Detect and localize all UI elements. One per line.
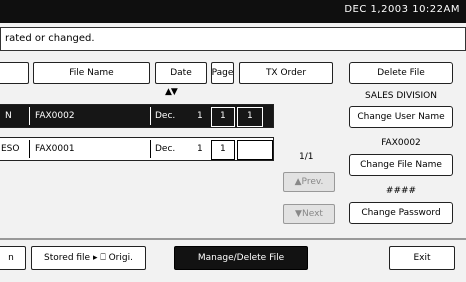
file-row[interactable]: N FAX0002 Dec. 1 1 1 (0, 104, 274, 128)
tab-stored-file-print[interactable]: Stored file ▸ ⎕ Origi. (31, 246, 146, 270)
divider (0, 238, 466, 240)
tab-manage-delete-file[interactable]: Manage/Delete File (174, 246, 308, 270)
header-tx-order[interactable]: TX Order (239, 62, 333, 84)
row-file-name: FAX0002 (35, 111, 75, 121)
change-file-name-button[interactable]: Change File Name (349, 154, 453, 176)
sort-arrows-icon: ▲▼ (165, 87, 178, 97)
row-date-month: Dec. (155, 111, 176, 121)
change-user-name-button[interactable]: Change User Name (349, 106, 453, 128)
password-value: #### (385, 186, 417, 196)
file-name-value: FAX0002 (381, 138, 421, 148)
row-page: 1 (220, 111, 226, 121)
row-divider (29, 107, 31, 125)
exit-button[interactable]: Exit (389, 246, 455, 270)
header-user[interactable] (0, 62, 29, 84)
row-user: N (5, 111, 12, 121)
user-name-value: SALES DIVISION (365, 91, 437, 101)
header-page[interactable]: Page (211, 62, 234, 84)
row-file-name: FAX0001 (35, 144, 75, 154)
row-divider (150, 107, 152, 125)
row-order: 1 (247, 111, 253, 121)
next-page-button[interactable]: ▼Next (283, 204, 335, 224)
row-date-day: 1 (197, 144, 203, 154)
prev-page-button[interactable]: ▲Prev. (283, 172, 335, 192)
datetime: DEC 1,2003 10:22AM (344, 4, 460, 15)
row-user: ESO (1, 144, 20, 154)
header-file-name[interactable]: File Name (33, 62, 150, 84)
file-row[interactable]: ESO FAX0001 Dec. 1 1 (0, 137, 274, 161)
delete-file-button[interactable]: Delete File (349, 62, 453, 84)
page-indicator: 1/1 (299, 152, 314, 162)
row-date-day: 1 (197, 111, 203, 121)
row-divider (150, 140, 152, 158)
row-order-box (237, 140, 273, 160)
status-bar: DEC 1,2003 10:22AM (0, 0, 466, 23)
tab-partial[interactable]: n (0, 246, 26, 270)
row-date-month: Dec. (155, 144, 176, 154)
row-divider (29, 140, 31, 158)
message-line: rated or changed. (0, 27, 466, 51)
header-date[interactable]: Date (155, 62, 207, 84)
change-password-button[interactable]: Change Password (349, 202, 453, 224)
row-page: 1 (220, 144, 226, 154)
